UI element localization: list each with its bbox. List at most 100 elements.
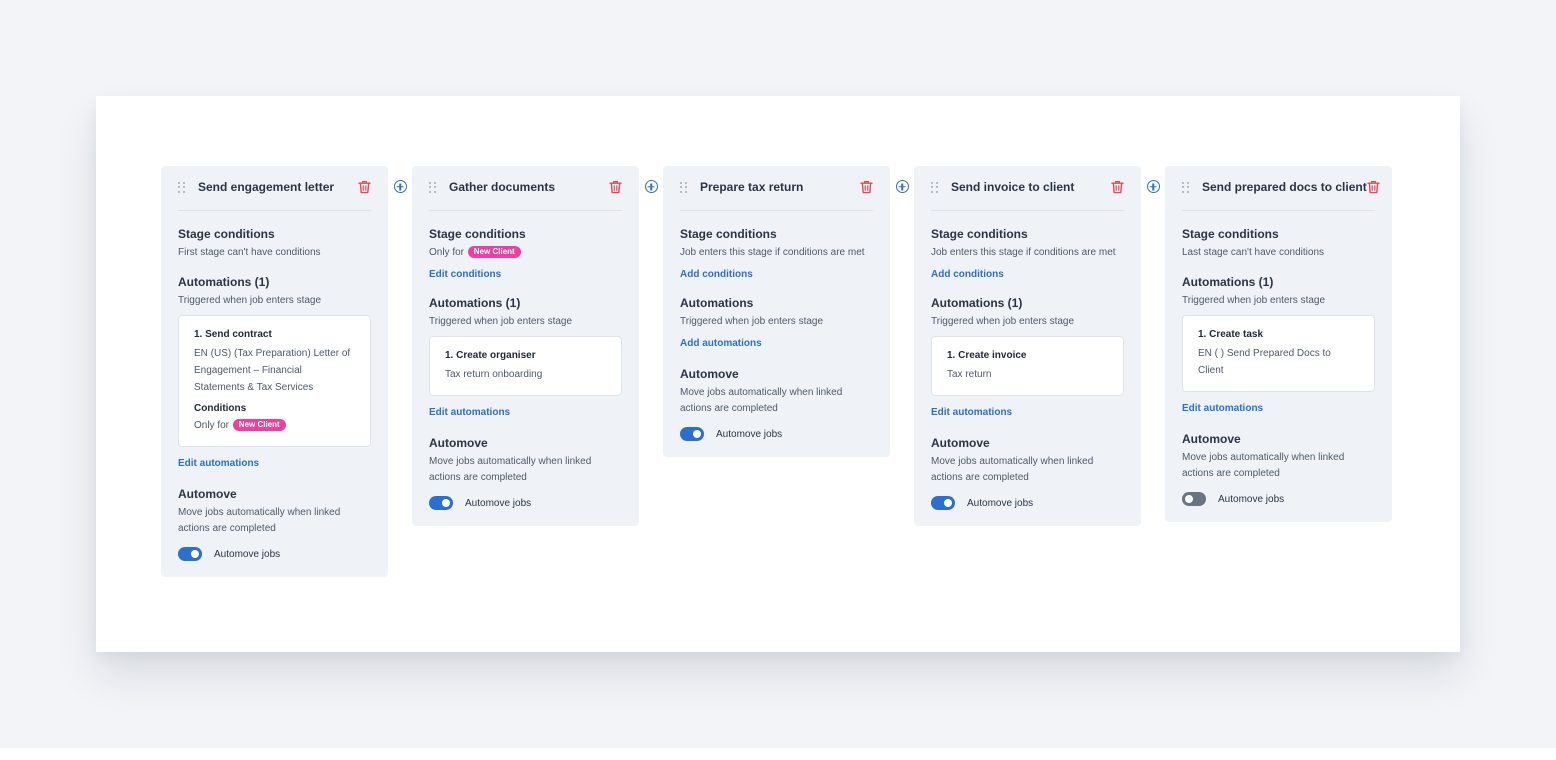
automove-description: Move jobs automatically when linked acti… <box>178 507 341 534</box>
conditions-link[interactable]: Edit conditions <box>429 268 622 282</box>
drag-dot <box>1187 181 1189 184</box>
drag-dot <box>685 186 687 188</box>
automations-title: Automations (1) <box>1182 275 1274 289</box>
automations-subtitle: Triggered when job enters stage <box>931 316 1075 327</box>
drag-dot <box>183 190 185 193</box>
automove-description: Move jobs automatically when linked acti… <box>429 456 592 483</box>
automations-title: Automations (1) <box>429 296 521 310</box>
drag-dot <box>1182 190 1184 193</box>
drag-dot <box>1187 186 1189 188</box>
automove-toggle-row: Automove jobs <box>429 496 622 510</box>
automove-toggle-label: Automove jobs <box>716 428 783 440</box>
automation-description: EN (US) (Tax Preparation) Letter of Enga… <box>194 348 351 393</box>
trash-icon[interactable] <box>609 180 622 194</box>
automation-title: 1. Create organiser <box>445 350 536 361</box>
drag-handle-icon[interactable] <box>680 181 688 194</box>
stage-card: Send invoice to client Stage conditions Jo… <box>914 166 1141 526</box>
stage-conditions-text: Last stage can't have conditions <box>1182 247 1325 258</box>
drag-dot <box>931 190 933 193</box>
automations-link[interactable]: Edit automations <box>931 406 1124 420</box>
drag-handle-icon[interactable] <box>1182 181 1190 194</box>
automove-toggle-row: Automove jobs <box>931 496 1124 510</box>
automation-card[interactable]: 1. Send contract EN (US) (Tax Preparation… <box>178 315 371 447</box>
trash-icon[interactable] <box>358 180 371 194</box>
stage-title: Gather documents <box>449 180 556 194</box>
drag-dot <box>429 181 431 184</box>
stage-conditions-title: Stage conditions <box>178 227 275 241</box>
stage-conditions-text: Job enters this stage if conditions are … <box>680 247 865 258</box>
drag-handle-icon[interactable] <box>178 181 186 194</box>
drag-dot <box>1182 181 1184 184</box>
automove-toggle[interactable] <box>178 547 202 561</box>
drag-dot <box>936 186 938 188</box>
automove-title: Automove <box>680 367 739 381</box>
automations-link[interactable]: Edit automations <box>1182 402 1375 416</box>
automove-toggle[interactable] <box>1182 492 1206 506</box>
automation-card[interactable]: 1. Create organiser Tax return onboarding <box>429 336 622 396</box>
drag-dot <box>434 190 436 193</box>
automations-link[interactable]: Add automations <box>680 337 873 351</box>
drag-dot <box>429 190 431 193</box>
stage-header: Prepare tax return <box>680 180 873 211</box>
conditions-prefix: Only for <box>429 247 465 258</box>
automove-title: Automove <box>429 436 488 450</box>
stage-conditions-title: Stage conditions <box>931 227 1028 241</box>
plus-circle-icon[interactable] <box>895 180 909 193</box>
automations-subtitle: Triggered when job enters stage <box>178 295 322 306</box>
stage-card: Send prepared docs to client Stage condit… <box>1165 166 1392 522</box>
automove-toggle-row: Automove jobs <box>178 547 371 561</box>
plus-circle-icon[interactable] <box>644 180 658 193</box>
automove-toggle-row: Automove jobs <box>1182 492 1375 506</box>
automation-conditions-title: Conditions <box>194 403 247 414</box>
trash-icon[interactable] <box>1367 180 1380 194</box>
conditions-link[interactable]: Add conditions <box>931 268 1124 282</box>
conditions-link[interactable]: Add conditions <box>680 268 873 282</box>
drag-handle-icon[interactable] <box>931 181 939 194</box>
drag-dot <box>434 181 436 184</box>
drag-dot <box>936 190 938 193</box>
stage-conditions-title: Stage conditions <box>429 227 526 241</box>
stage-title: Prepare tax return <box>700 180 804 194</box>
automations-title: Automations (1) <box>178 275 270 289</box>
stage-title: Send engagement letter <box>198 180 335 194</box>
page-footer-strip <box>0 748 1556 760</box>
automation-description: Tax return <box>947 369 992 380</box>
trash-icon[interactable] <box>860 180 873 194</box>
pipeline-stages: Send engagement letter Stage conditions Fi… <box>161 166 1392 577</box>
automove-toggle-label: Automove jobs <box>214 548 281 560</box>
plus-circle-icon[interactable] <box>1146 180 1160 193</box>
drag-handle-icon[interactable] <box>429 181 437 194</box>
automation-description: Tax return onboarding <box>445 369 543 380</box>
stage-conditions-text: Job enters this stage if conditions are … <box>931 247 1116 258</box>
stage-conditions-text: Only for New Client <box>429 245 622 261</box>
automove-description: Move jobs automatically when linked acti… <box>1182 452 1345 479</box>
automation-card[interactable]: 1. Create invoice Tax return <box>931 336 1124 396</box>
new-client-badge: New Client <box>467 246 521 258</box>
trash-icon[interactable] <box>1111 180 1124 194</box>
plus-circle-icon[interactable] <box>393 180 407 193</box>
stage-conditions-title: Stage conditions <box>1182 227 1279 241</box>
automation-card[interactable]: 1. Create task EN ( ) Send Prepared Docs … <box>1182 315 1375 392</box>
stage-card: Prepare tax return Stage conditions Job en… <box>663 166 890 457</box>
stage-connector <box>388 166 412 193</box>
drag-dot <box>178 190 180 193</box>
automations-title: Automations (1) <box>931 296 1023 310</box>
drag-dot <box>429 186 431 188</box>
drag-dot <box>685 181 687 184</box>
automations-link[interactable]: Edit automations <box>178 457 371 471</box>
drag-dot <box>931 186 933 188</box>
stage-connector <box>1141 166 1165 193</box>
stage-title: Send invoice to client <box>951 180 1075 194</box>
automove-toggle[interactable] <box>429 496 453 510</box>
stage-header: Send invoice to client <box>931 180 1124 211</box>
drag-dot <box>183 181 185 184</box>
automation-conditions-text: Only for New Client <box>194 418 355 434</box>
automation-title: 1. Create task <box>1198 329 1264 340</box>
stage-card: Gather documents Stage conditions Only for… <box>412 166 639 526</box>
drag-dot <box>1187 190 1189 193</box>
automove-toggle-label: Automove jobs <box>1218 493 1285 505</box>
automove-toggle[interactable] <box>680 427 704 441</box>
automove-toggle[interactable] <box>931 496 955 510</box>
automove-description: Move jobs automatically when linked acti… <box>680 387 843 414</box>
automations-link[interactable]: Edit automations <box>429 406 622 420</box>
